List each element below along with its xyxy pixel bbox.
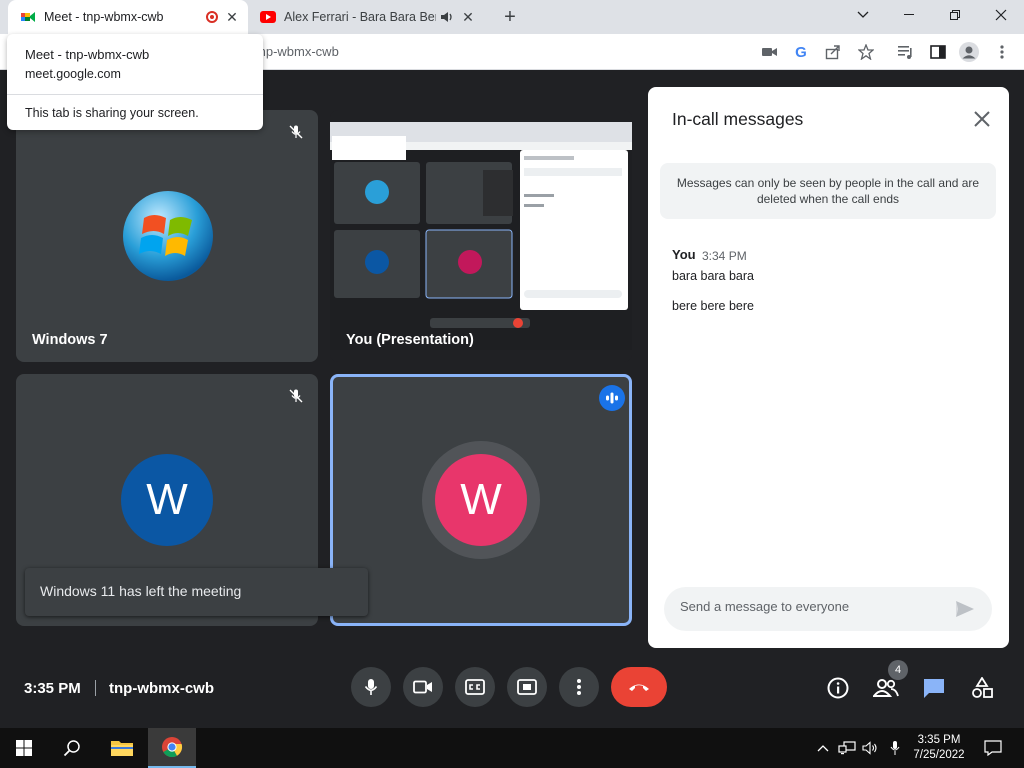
participant-name: Windows 7 <box>32 332 108 348</box>
windows-taskbar: 3:35 PM 7/25/2022 <box>0 728 1024 768</box>
bookmark-star-icon[interactable] <box>856 42 876 62</box>
message-input[interactable] <box>680 599 940 614</box>
hang-up-icon <box>629 684 649 691</box>
start-button[interactable] <box>0 728 48 768</box>
tab-title: Alex Ferrari - Bara Bara Bere Bere <box>284 10 436 24</box>
camera-button[interactable] <box>403 667 443 707</box>
activities-icon[interactable] <box>969 675 995 701</box>
participant-avatar: W <box>121 454 213 546</box>
meeting-code: tnp-wbmx-cwb <box>109 680 214 697</box>
present-button[interactable] <box>507 667 547 707</box>
search-icon <box>63 740 80 757</box>
folder-icon <box>111 741 133 756</box>
mic-off-icon <box>284 120 308 144</box>
new-tab-button[interactable]: + <box>498 5 522 29</box>
share-icon[interactable] <box>823 42 843 62</box>
windows-start-icon <box>16 740 32 756</box>
google-icon[interactable]: G <box>791 42 811 62</box>
close-tab-icon[interactable]: ✕ <box>224 9 240 26</box>
message-composer <box>664 587 992 631</box>
media-controls-icon[interactable] <box>896 42 916 62</box>
restore-icon[interactable] <box>932 0 978 30</box>
profile-avatar-icon[interactable] <box>959 42 979 62</box>
chat-privacy-notice: Messages can only be seen by people in t… <box>660 163 996 219</box>
divider <box>95 680 96 696</box>
system-clock[interactable]: 3:35 PM 7/25/2022 <box>906 733 972 763</box>
file-explorer-button[interactable] <box>98 728 146 768</box>
microphone-icon <box>364 679 378 695</box>
speaking-indicator-icon <box>599 385 625 411</box>
message-time: 3:34 PM <box>702 249 747 263</box>
close-icon[interactable] <box>970 107 994 131</box>
screen-share-preview <box>330 122 632 350</box>
send-icon[interactable] <box>954 598 976 620</box>
mic-off-icon <box>284 384 308 408</box>
panel-title: In-call messages <box>672 109 804 129</box>
side-panel-icon[interactable] <box>928 42 948 62</box>
chrome-taskbar-button[interactable] <box>148 728 196 768</box>
participant-name: You (Presentation) <box>346 332 474 348</box>
volume-icon[interactable] <box>862 740 880 756</box>
active-speaker-tile[interactable]: W <box>330 374 632 626</box>
more-vert-icon <box>577 679 581 695</box>
system-time: 3:35 PM <box>917 734 961 746</box>
more-options-button[interactable] <box>559 667 599 707</box>
chrome-icon <box>162 737 183 758</box>
message-sender: You <box>672 247 696 262</box>
microphone-button[interactable] <box>351 667 391 707</box>
url-field[interactable]: tnp-wbmx-cwb <box>255 44 339 59</box>
message-text: bara bara bara <box>672 269 755 283</box>
message-text: bere bere bere <box>672 299 755 313</box>
microphone-tray-icon[interactable] <box>886 740 904 756</box>
google-meet-icon <box>21 12 35 22</box>
speaker-icon[interactable] <box>440 10 454 24</box>
notifications-icon[interactable] <box>983 740 1003 756</box>
tab-hover-card: Meet - tnp-wbmx-cwb meet.google.com This… <box>7 34 263 130</box>
youtube-icon <box>260 11 276 23</box>
minimize-icon[interactable] <box>886 0 932 30</box>
captions-button[interactable] <box>455 667 495 707</box>
leave-call-button[interactable] <box>611 667 667 707</box>
tab-title: Meet - tnp-wbmx-cwb <box>44 10 164 24</box>
present-screen-icon <box>517 679 537 695</box>
chat-icon[interactable] <box>921 675 947 701</box>
meeting-details-icon[interactable] <box>825 675 851 701</box>
chevron-up-icon[interactable] <box>814 740 832 756</box>
chrome-menu-icon[interactable] <box>992 42 1012 62</box>
participant-avatar: W <box>435 454 527 546</box>
camera-icon[interactable] <box>760 42 780 62</box>
close-tab-icon[interactable]: ✕ <box>460 9 476 26</box>
tooltip-domain: meet.google.com <box>25 67 121 81</box>
participant-tile[interactable]: Windows 7 <box>16 110 318 362</box>
camera-icon <box>413 680 432 694</box>
browser-tab-strip: Meet - tnp-wbmx-cwb ✕ Alex Ferrari - Bar… <box>0 0 1024 34</box>
tab-youtube[interactable]: Alex Ferrari - Bara Bara Bere Bere ✕ <box>252 0 484 34</box>
recording-icon <box>206 11 218 23</box>
close-window-icon[interactable] <box>978 0 1024 30</box>
search-button[interactable] <box>48 728 96 768</box>
captions-icon <box>465 679 485 695</box>
meeting-clock: 3:35 PM <box>24 680 81 697</box>
divider <box>7 94 263 95</box>
tooltip-sharing-note: This tab is sharing your screen. <box>25 106 199 120</box>
tooltip-title: Meet - tnp-wbmx-cwb <box>25 47 150 62</box>
windows-7-logo-avatar <box>123 191 213 281</box>
tab-search-icon[interactable] <box>840 0 886 30</box>
tab-meet[interactable]: Meet - tnp-wbmx-cwb ✕ <box>8 0 248 34</box>
in-call-messages-panel: In-call messages Messages can only be se… <box>648 87 1009 648</box>
participant-count-badge: 4 <box>888 660 908 680</box>
system-date: 7/25/2022 <box>913 749 965 761</box>
presentation-tile[interactable]: You (Presentation) <box>330 110 632 362</box>
left-meeting-toast: Windows 11 has left the meeting <box>25 568 368 616</box>
network-icon[interactable] <box>838 740 856 756</box>
